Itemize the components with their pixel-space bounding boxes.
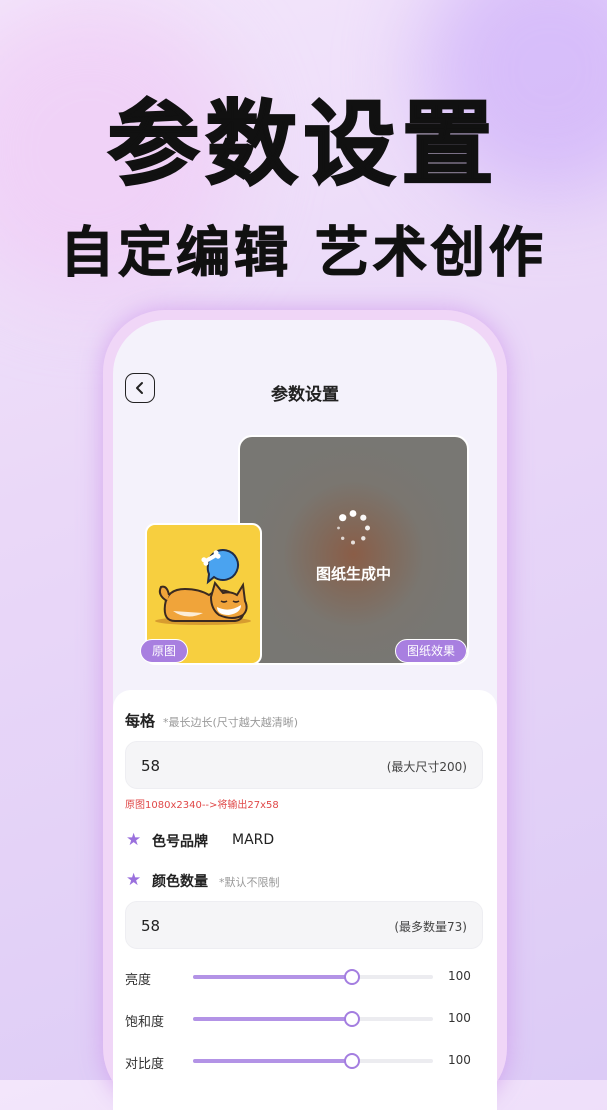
- contrast-slider[interactable]: [193, 1053, 433, 1069]
- color-count-max: (最多数量73): [394, 920, 467, 934]
- loading-spinner-icon: [337, 510, 370, 545]
- color-brand-label: 色号品牌: [152, 834, 208, 850]
- color-count-hint: *默认不限制: [219, 876, 280, 889]
- phone-frame: 参数设置 图纸生成中 图纸效果 原图 每格 *最长边长(尺寸越大越清晰) 58 …: [103, 310, 507, 1110]
- grid-size-max: (最大尺寸200): [386, 760, 467, 774]
- color-count-value: 58: [141, 917, 161, 935]
- grid-size-input[interactable]: 58 (最大尺寸200): [125, 741, 483, 789]
- saturation-label: 饱和度: [125, 1015, 165, 1030]
- slider-fill: [193, 1017, 352, 1021]
- sparkle-star-icon: ★: [126, 830, 142, 850]
- promo-headline: 参数设置: [106, 90, 500, 199]
- slider-fill: [193, 1059, 352, 1063]
- grid-size-label: 每格: [125, 712, 156, 730]
- generating-status: 图纸生成中: [315, 565, 391, 583]
- contrast-label: 对比度: [125, 1057, 165, 1072]
- saturation-slider[interactable]: [193, 1011, 433, 1027]
- phone-screen: 参数设置 图纸生成中 图纸效果 原图 每格 *最长边长(尺寸越大越清晰) 58 …: [113, 320, 497, 1110]
- color-count-input[interactable]: 58 (最多数量73): [125, 901, 483, 949]
- pattern-preview: 图纸生成中: [238, 435, 469, 665]
- color-count-label: 颜色数量: [152, 874, 208, 890]
- brightness-value: 100: [448, 969, 471, 983]
- contrast-value: 100: [448, 1053, 471, 1067]
- sparkle-star-icon: ★: [126, 870, 142, 890]
- result-tag[interactable]: 图纸效果: [395, 639, 468, 663]
- original-tag[interactable]: 原图: [140, 639, 189, 663]
- page-title: 参数设置: [271, 385, 339, 405]
- grid-size-hint: *最长边长(尺寸越大越清晰): [163, 716, 299, 729]
- saturation-value: 100: [448, 1011, 471, 1025]
- brightness-slider[interactable]: [193, 969, 433, 985]
- grid-size-value: 58: [141, 757, 161, 775]
- resize-note: 原图1080x2340-->将输出27x58: [125, 800, 279, 811]
- color-brand-value[interactable]: MARD: [232, 832, 274, 848]
- slider-fill: [193, 975, 352, 979]
- brightness-label: 亮度: [125, 973, 152, 988]
- promo-subtitle: 自定编辑 艺术创作: [60, 221, 547, 285]
